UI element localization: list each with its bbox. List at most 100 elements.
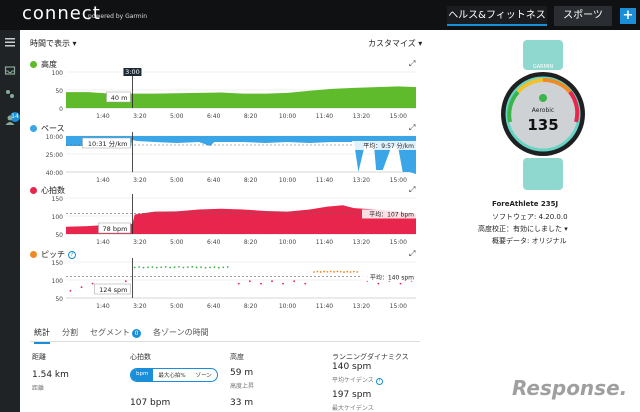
y-tick-label: 100 xyxy=(52,278,64,285)
x-tick-label: 10:00 xyxy=(279,239,296,246)
hr-unit-max-percent[interactable]: 最大心拍% xyxy=(153,369,190,381)
x-tick-label: 5:00 xyxy=(170,303,184,310)
x-tick-label: 10:00 xyxy=(279,113,296,120)
tab-health-fitness[interactable]: ヘルス&フィットネス xyxy=(447,6,547,26)
tab-sports[interactable]: スポーツ xyxy=(554,6,612,26)
heartrate-chart[interactable]: 150 100 50 1:40 3:20 5:00 6:40 8:20 10:00 11:40 13… xyxy=(30,194,420,246)
y-tick-label: 40:00 xyxy=(46,170,63,177)
x-tick-label: 11:40 xyxy=(316,177,333,184)
hr-unit-bpm[interactable]: bpm xyxy=(131,369,154,381)
device-name: ForeAthlete 235J xyxy=(492,200,559,208)
user-icon[interactable] xyxy=(4,114,16,126)
max-cadence-value: 197 spm xyxy=(332,390,372,400)
cadence-point xyxy=(164,266,167,268)
cadence-point xyxy=(226,266,229,268)
x-tick-label: 5:00 xyxy=(170,177,184,184)
altitude-calibration[interactable]: 高度校正：有効にしました ▾ xyxy=(478,224,568,234)
cadence-point xyxy=(195,266,198,269)
cursor-label: 124 spm xyxy=(99,286,127,294)
x-tick-label: 15:00 xyxy=(390,239,407,246)
cadence-point xyxy=(124,280,127,283)
cadence-point xyxy=(133,266,136,269)
sidebar: 14 xyxy=(0,30,20,412)
cadence-point xyxy=(160,266,163,269)
cadence-point xyxy=(169,266,172,269)
distance-heading: 距離 xyxy=(32,353,46,361)
max-cadence-label: 最大ケイデンス xyxy=(332,405,374,412)
y-tick-label: 50 xyxy=(55,88,63,95)
x-tick-label: 15:00 xyxy=(390,113,407,120)
cadence-point xyxy=(222,266,225,269)
x-tick-label: 6:40 xyxy=(207,239,221,246)
heartrate-heading: 心拍数 xyxy=(130,353,151,361)
cadence-point xyxy=(142,266,145,269)
cadence-point xyxy=(200,266,203,269)
x-tick-label: 5:00 xyxy=(170,239,184,246)
time-display-dropdown[interactable]: 時間で表示 ▾ xyxy=(30,38,77,49)
x-tick-label: 6:40 xyxy=(207,113,221,120)
x-tick-label: 1:40 xyxy=(96,239,110,246)
average-label: 平均：107 bpm xyxy=(369,210,414,218)
customize-dropdown[interactable]: カスタマイズ ▾ xyxy=(368,38,422,49)
cadence-point xyxy=(293,280,296,283)
altitude-chart[interactable]: 100 50 0 1:40 3:20 5:00 6:40 8:20 10:00 11:40 13:2… xyxy=(30,68,420,120)
cadence-point xyxy=(69,289,72,292)
cadence-point xyxy=(336,270,339,273)
device-brand: GARMIN xyxy=(533,64,554,70)
cadence-point xyxy=(204,266,207,269)
cadence-point xyxy=(304,282,307,285)
elevation-heading: 高度 xyxy=(230,353,244,361)
avg-cadence-label: 平均ケイデンス ? xyxy=(332,375,383,385)
cadence-point xyxy=(155,266,158,269)
cadence-point xyxy=(186,266,189,269)
x-tick-label: 15:00 xyxy=(390,177,407,184)
distance-sub: 距離 xyxy=(32,385,45,392)
pace-chart[interactable]: 10:00 25:00 40:00 1:40 3:20 5:00 6:40 8:20 10:00… xyxy=(30,132,420,184)
cursor-label: 10:31 分/km xyxy=(88,139,128,148)
y-tick-label: 150 xyxy=(52,260,64,267)
device-face-label: Aerobic xyxy=(532,107,554,114)
cadence-chart[interactable]: 150 100 50 1:40 3:20 5:00 6:40 8:20 10:00 11:40 13… xyxy=(30,258,420,310)
x-tick-label: 1:40 xyxy=(96,113,110,120)
inbox-icon[interactable] xyxy=(4,64,16,76)
y-tick-label: 10:00 xyxy=(46,134,63,141)
average-label: 平均：9:57 分/km xyxy=(363,142,414,150)
menu-icon[interactable] xyxy=(4,36,16,48)
heartrate-value: 107 bpm xyxy=(130,398,171,408)
cursor-label: 40 m xyxy=(111,94,128,102)
cadence-point xyxy=(191,265,194,268)
cadence-point xyxy=(91,282,94,285)
device-image: GARMIN Aerobic 135 xyxy=(488,40,598,190)
cadence-point xyxy=(178,265,180,268)
cadence-point xyxy=(138,266,141,268)
x-tick-label: 13:20 xyxy=(353,177,370,184)
x-tick-label: 8:20 xyxy=(244,303,258,310)
cursor-time-label: 3:00 xyxy=(125,68,140,76)
x-tick-label: 11:40 xyxy=(316,239,333,246)
cadence-point xyxy=(182,266,185,269)
x-tick-label: 1:40 xyxy=(96,303,110,310)
x-tick-label: 6:40 xyxy=(207,177,221,184)
x-tick-label: 8:20 xyxy=(244,177,258,184)
response-watermark: Response. xyxy=(512,376,628,400)
help-icon[interactable]: ? xyxy=(375,378,383,385)
add-button[interactable]: + xyxy=(620,8,636,24)
heartrate-dot-icon xyxy=(30,187,37,194)
cadence-point xyxy=(349,271,352,273)
cadence-point xyxy=(248,280,251,283)
cadence-point xyxy=(377,282,380,285)
hr-unit-zone[interactable]: ゾーン xyxy=(191,369,217,381)
cadence-point xyxy=(343,271,345,273)
cadence-point xyxy=(237,282,240,285)
y-tick-label: 50 xyxy=(55,232,63,239)
x-tick-label: 13:20 xyxy=(353,239,370,246)
altitude-dot-icon xyxy=(30,61,37,68)
connections-icon[interactable] xyxy=(4,88,16,100)
x-tick-label: 8:20 xyxy=(244,113,258,120)
x-tick-label: 10:00 xyxy=(279,177,296,184)
elevation-gain-value: 59 m xyxy=(230,368,254,378)
y-tick-label: 25:00 xyxy=(46,152,63,159)
distance-value: 1.54 km xyxy=(32,370,69,380)
dynamics-heading: ランニングダイナミクス xyxy=(332,353,409,361)
cadence-point xyxy=(326,270,329,273)
